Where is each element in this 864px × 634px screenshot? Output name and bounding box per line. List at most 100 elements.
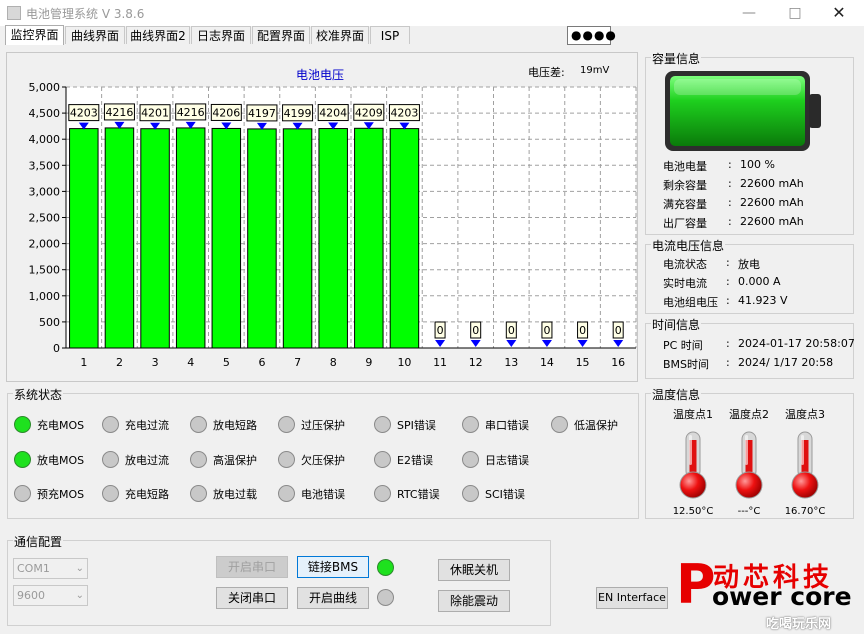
en-interface-button[interactable]: EN Interface <box>596 587 668 609</box>
status-led-10 <box>190 451 207 468</box>
y-tick-label: 3,000 <box>29 185 61 198</box>
x-tick-label: 8 <box>330 356 337 369</box>
y-tick-label: 1,000 <box>29 290 61 303</box>
y-tick-label: 0 <box>53 342 60 355</box>
y-tick-label: 2,000 <box>29 238 61 251</box>
status-label-17: 电池错误 <box>301 488 345 501</box>
voltage-bar <box>69 128 99 349</box>
x-tick-label: 15 <box>576 356 590 369</box>
bar-value-label: 4216 <box>177 106 205 119</box>
voltage-diff-value: 19mV <box>580 65 610 76</box>
temp-point-label-3: 温度点3 <box>785 408 825 421</box>
voltage-bar-chart: 05001,0001,5002,0002,5003,0003,5004,0004… <box>29 81 637 369</box>
time-colon-1: : <box>726 356 730 369</box>
port-select-value: COM1 <box>17 562 50 575</box>
y-tick-label: 2,500 <box>29 212 61 225</box>
tab-6[interactable]: 校准界面 <box>311 26 369 44</box>
status-led-16 <box>190 485 207 502</box>
time-label-0: PC 时间 <box>663 339 703 352</box>
bar-value-label: 0 <box>579 324 586 337</box>
bar-value-label: 0 <box>508 324 515 337</box>
voltage-bar <box>282 128 313 349</box>
status-led-6 <box>462 416 479 433</box>
x-tick-label: 9 <box>365 356 372 369</box>
capacity-label-0: 电池电量 <box>663 160 707 173</box>
maximize-button[interactable]: □ <box>772 0 818 26</box>
tab-3[interactable]: 曲线界面2 <box>126 26 190 44</box>
capacity-value-2: 22600 mAh <box>740 196 804 209</box>
close-button[interactable]: ✕ <box>816 0 862 26</box>
status-led-2 <box>102 416 119 433</box>
bar-value-label: 4204 <box>319 107 347 120</box>
chart-title: 电池电压 <box>295 68 344 82</box>
status-label-5: SPI错误 <box>397 419 436 432</box>
status-label-10: 高温保护 <box>213 454 257 467</box>
status-led-8 <box>14 451 31 468</box>
status-label-3: 放电短路 <box>213 419 257 432</box>
y-tick-label: 4,500 <box>29 107 61 120</box>
status-led-1 <box>14 416 31 433</box>
temperature-title: 温度信息 <box>651 386 702 403</box>
current-colon-2: : <box>726 294 730 307</box>
voltage-bar <box>211 127 242 349</box>
x-tick-label: 14 <box>540 356 554 369</box>
bar-value-label: 4203 <box>390 107 418 120</box>
bar-value-label: 0 <box>615 324 622 337</box>
curve-status-led <box>377 589 394 606</box>
status-label-9: 放电过流 <box>125 454 169 467</box>
password-field[interactable]: ●●●● <box>567 26 616 45</box>
status-led-17 <box>278 485 295 502</box>
x-tick-label: 12 <box>469 356 483 369</box>
baud-select[interactable]: 9600 ⌄ <box>13 585 88 606</box>
status-label-6: 串口错误 <box>485 419 529 432</box>
status-led-13 <box>462 451 479 468</box>
port-select[interactable]: COM1 ⌄ <box>13 558 88 579</box>
status-label-18: RTC错误 <box>397 488 440 501</box>
minimize-button[interactable]: — <box>726 0 772 26</box>
bar-value-label: 4216 <box>105 106 133 119</box>
x-tick-label: 10 <box>397 356 411 369</box>
thermometer-icon <box>735 431 763 499</box>
capacity-colon-3: : <box>728 215 732 228</box>
y-tick-label: 3,500 <box>29 159 61 172</box>
open-port-button[interactable]: 开启串口 <box>216 556 288 578</box>
bar-value-label: 0 <box>543 324 550 337</box>
y-tick-label: 500 <box>39 316 60 329</box>
close-port-button[interactable]: 关闭串口 <box>216 587 288 609</box>
current-label-2: 电池组电压 <box>663 296 718 309</box>
tab-1[interactable]: 监控界面 <box>5 25 64 45</box>
status-led-5 <box>374 416 391 433</box>
bar-value-label: 0 <box>437 324 444 337</box>
x-tick-label: 7 <box>294 356 301 369</box>
thermometer-icon <box>679 431 707 499</box>
tab-7[interactable]: ISP <box>370 26 410 44</box>
x-tick-label: 3 <box>152 356 159 369</box>
tab-2[interactable]: 曲线界面 <box>65 26 125 44</box>
current-colon-0: : <box>726 256 730 269</box>
link-bms-button[interactable]: 链接BMS <box>297 556 369 578</box>
bar-value-label: 0 <box>472 324 479 337</box>
capacity-label-3: 出厂容量 <box>663 217 707 230</box>
status-led-14 <box>14 485 31 502</box>
bar-value-label: 4209 <box>355 106 383 119</box>
sleep-shutdown-button[interactable]: 休眠关机 <box>438 559 510 581</box>
brand-logo-initial: P <box>676 553 716 616</box>
voltage-bar <box>354 127 384 349</box>
bar-value-label: 4201 <box>141 107 169 120</box>
status-label-7: 低温保护 <box>574 419 618 432</box>
x-tick-label: 16 <box>611 356 625 369</box>
capacity-value-0: 100 % <box>740 158 775 171</box>
status-label-12: E2错误 <box>397 454 433 467</box>
system-status-title: 系统状态 <box>13 386 64 403</box>
status-led-9 <box>102 451 119 468</box>
current-value-2: 41.923 V <box>738 294 788 307</box>
tab-4[interactable]: 日志界面 <box>191 26 251 44</box>
tab-5[interactable]: 配置界面 <box>252 26 310 44</box>
capacity-colon-0: : <box>728 158 732 171</box>
open-curve-button[interactable]: 开启曲线 <box>297 587 369 609</box>
status-led-4 <box>278 416 295 433</box>
wake-vibrate-button[interactable]: 除能震动 <box>438 590 510 612</box>
bar-value-label: 4206 <box>212 106 240 119</box>
status-label-14: 预充MOS <box>37 488 85 501</box>
window-title: 电池管理系统 V 3.8.6 <box>26 7 145 21</box>
